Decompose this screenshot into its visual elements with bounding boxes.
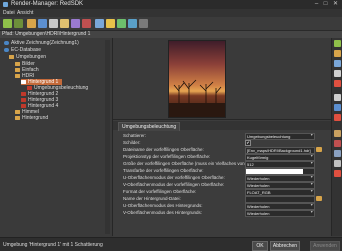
folder-icon <box>15 67 20 72</box>
globe-icon <box>4 40 9 45</box>
property-row: V-Oberflächenmodus des Hintergrunds: Wie… <box>120 209 325 217</box>
texture-icon[interactable] <box>334 140 341 147</box>
toolbar <box>0 17 342 31</box>
open-folder-icon[interactable] <box>27 19 36 28</box>
background-icon <box>21 103 26 108</box>
status-message: Umgebung 'Hintergrund 1' mit 1 Schattier… <box>3 242 103 248</box>
property-label: V-Oberflächenmodus der vorfeffilingen Ob… <box>123 182 225 187</box>
menu-item-view[interactable]: Ansicht <box>17 10 33 16</box>
hdri-preview-image <box>168 40 226 118</box>
background-icon <box>21 91 26 96</box>
folder-icon <box>9 54 14 59</box>
property-label: Größe der vorfeffilingen Oberfläche (mus… <box>123 161 261 166</box>
globe-icon[interactable] <box>334 104 341 111</box>
copy-icon[interactable] <box>60 19 69 28</box>
tab-bar: Umgebungsbeleuchtung <box>113 121 331 131</box>
property-row: U-Oberflächenmodus des Hintergrunds: Wie… <box>120 202 325 210</box>
app-icon <box>3 2 8 7</box>
close-icon[interactable] <box>334 114 341 121</box>
property-label: U-Oberflächenmodus der vorfeffilingen Ob… <box>123 175 225 180</box>
tree-node-label: EC-Database <box>11 47 42 53</box>
property-row: Schattierer: Umgebungsbeleuchtung <box>120 132 325 140</box>
settings-icon[interactable] <box>139 19 148 28</box>
new-icon[interactable] <box>49 19 58 28</box>
tree-panel: Aktive Zeichnung(Zeichnung1) EC-Database… <box>0 38 113 236</box>
property-label: Dateiname der vorfeffilingen Oberfläche: <box>123 147 204 152</box>
close-icon[interactable] <box>334 80 341 87</box>
property-row: Name der Hintergrund-Datei: <box>120 195 325 203</box>
status-bar: Umgebung 'Hintergrund 1' mit 1 Schattier… <box>0 237 342 251</box>
property-label: Schattierer: <box>123 133 147 138</box>
pointer-icon[interactable] <box>334 70 341 77</box>
tree-node-background[interactable]: Hintergrund <box>15 115 48 121</box>
property-row: Größe der vorfeffilingen Oberfläche (mus… <box>120 160 325 168</box>
close-icon[interactable] <box>334 170 341 177</box>
render-icon[interactable] <box>334 60 341 67</box>
forward-icon[interactable] <box>14 19 23 28</box>
pointer-icon[interactable] <box>334 160 341 167</box>
property-label: Transfarbe der vorfeffilingen Oberfläche… <box>123 168 204 173</box>
tree-node-label: Umgebungen <box>16 54 47 60</box>
property-label: Schilder: <box>123 140 141 145</box>
folder-icon <box>15 109 20 114</box>
property-label: Format der vorfeffilingen Oberfläche: <box>123 189 197 194</box>
tree-node-label: Aktive Zeichnung(Zeichnung1) <box>11 40 79 46</box>
tab-ambient-lighting[interactable]: Umgebungsbeleuchtung <box>118 122 181 131</box>
tree-node-environments[interactable]: Umgebungen <box>9 54 46 60</box>
light-icon[interactable] <box>106 19 115 28</box>
folder-icon <box>15 61 20 66</box>
save-icon[interactable] <box>38 19 47 28</box>
property-row: Transfarbe der vorfeffilingen Oberfläche… <box>120 167 325 175</box>
property-row: Dateiname der vorfeffilingen Oberfläche:… <box>120 146 325 154</box>
property-row: Format der vorfeffilingen Oberfläche: FL… <box>120 188 325 196</box>
add-icon[interactable] <box>334 40 341 47</box>
paste-icon[interactable] <box>71 19 80 28</box>
close-icon[interactable]: ✕ <box>331 1 340 8</box>
tree-node-active-drawing[interactable]: Aktive Zeichnung(Zeichnung1) <box>4 40 79 46</box>
material-icon[interactable] <box>334 130 341 137</box>
tree-node-ec-database[interactable]: EC-Database <box>4 47 41 53</box>
maximize-icon[interactable]: □ <box>321 1 330 8</box>
play-icon[interactable] <box>117 19 126 28</box>
property-row: V-Oberflächenmodus der vorfeffilingen Ob… <box>120 181 325 189</box>
browse-folder-icon[interactable] <box>316 196 322 201</box>
delete-icon[interactable] <box>82 19 91 28</box>
path-label: Pfad: Umgebungen\HDRI\Hintergrund 1 <box>2 31 91 37</box>
folder-icon <box>15 73 20 78</box>
property-row: Schilder: ✔ <box>120 139 325 146</box>
background-v-mode-dropdown[interactable]: Wiederholen <box>245 210 315 217</box>
render-icon[interactable] <box>95 19 104 28</box>
tree-scrollbar[interactable] <box>105 40 110 234</box>
globe-icon <box>4 47 9 52</box>
light-icon[interactable] <box>334 150 341 157</box>
background-icon <box>21 79 26 84</box>
property-label: V-Oberflächenmodus des Hintergrunds: <box>123 210 203 215</box>
property-label: U-Oberflächenmodus des Hintergrunds: <box>123 203 203 208</box>
pointer-icon[interactable] <box>334 94 341 101</box>
menu-item-file[interactable]: Datei <box>3 10 15 16</box>
browse-folder-icon[interactable] <box>316 147 322 152</box>
right-toolbar <box>331 38 342 236</box>
folder-icon <box>15 115 20 120</box>
property-row: U-Oberflächenmodus der vorfeffilingen Ob… <box>120 174 325 182</box>
window-title: Render-Manager: RedSDK <box>11 1 84 7</box>
back-icon[interactable] <box>3 19 12 28</box>
background-icon <box>21 97 26 102</box>
menu-bar: Datei Ansicht <box>0 9 342 17</box>
tree-node-label: Hintergrund <box>22 115 49 121</box>
background-icon <box>27 85 32 90</box>
refresh-icon[interactable] <box>128 19 137 28</box>
folder-icon[interactable] <box>334 50 341 57</box>
property-label: Projektionstyp der vorfeffilingen Oberfl… <box>123 154 211 159</box>
minimize-icon[interactable]: – <box>312 1 321 8</box>
property-label: Name der Hintergrund-Datei: <box>123 196 181 201</box>
property-row: Projektionstyp der vorfeffilingen Oberfl… <box>120 153 325 161</box>
